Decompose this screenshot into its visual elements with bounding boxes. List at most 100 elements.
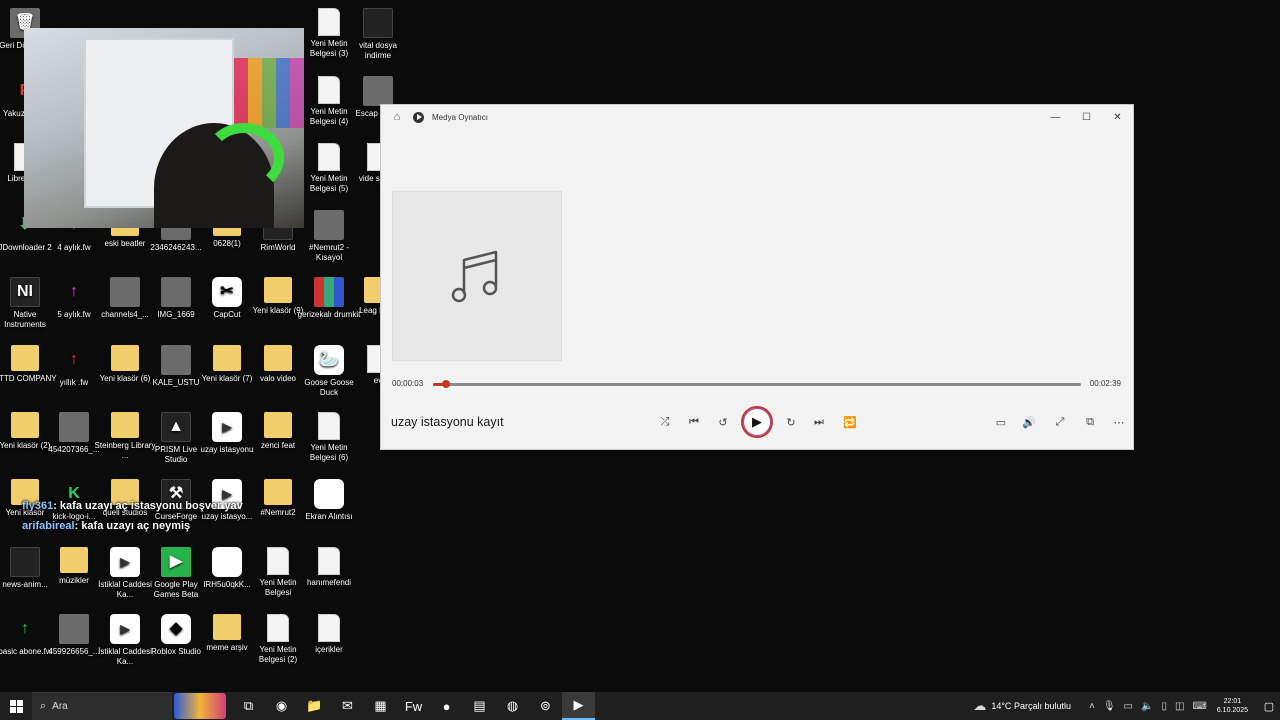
desktop-icon-image <box>264 479 292 505</box>
desktop-icon-image <box>267 614 289 642</box>
desktop-icon-label: hanımefendi <box>306 578 352 587</box>
desktop-icon-image <box>318 143 340 171</box>
taskbar-app-icon[interactable]: ⊚ <box>529 692 562 720</box>
desktop-icon-image: ↑ <box>70 283 78 300</box>
chat-message: arifabireal: kafa uzayı aç neymiş <box>22 520 190 532</box>
volume-icon[interactable]: 🔊 <box>1018 411 1040 433</box>
start-button[interactable] <box>0 699 32 713</box>
desktop-icon-image <box>10 547 40 577</box>
desktop-icon-image <box>318 547 340 575</box>
taskbar-app-icon[interactable]: ◍ <box>496 692 529 720</box>
desktop-icon-image: ↑ <box>70 351 78 368</box>
more-options-icon[interactable]: ⋯ <box>1108 411 1130 433</box>
play-button[interactable]: ▶ <box>741 406 773 438</box>
desktop-icon-label: vital dosya indirme <box>359 41 397 60</box>
desktop-icon-image: ▶ <box>161 547 191 577</box>
desktop-icon-image <box>111 412 139 438</box>
taskbar-app-icon[interactable]: ⧉ <box>232 692 265 720</box>
desktop-icon-image <box>318 614 340 642</box>
media-player-app-icon <box>413 111 424 123</box>
taskbar-app-icon[interactable]: ◉ <box>265 692 298 720</box>
desktop-icon-image <box>314 277 344 307</box>
chat-user: fly361 <box>22 500 54 512</box>
progress-row: 00:00:03 00:02:39 <box>381 375 1133 393</box>
weather-temp: 14°C <box>991 701 1012 711</box>
windows-logo-icon <box>9 699 23 713</box>
taskbar-app-icon[interactable]: ● <box>430 692 463 720</box>
webcam-overlay <box>24 28 304 228</box>
media-player-window: ⌂ Medya Oynatıcı — ☐ ✕ 00:00:03 00:02:39… <box>380 104 1134 450</box>
system-tray: ☁ 14°C Parçalı bulutlu ˄ 🎙 ▭ 🔈 ▯ ◫ ⌨ 22:… <box>973 692 1280 720</box>
home-icon[interactable]: ⌂ <box>381 111 413 123</box>
weather-text: Parçalı bulutlu <box>1013 701 1071 711</box>
repeat-icon[interactable]: 🔁 <box>839 411 861 433</box>
desktop-icon[interactable]: #Nemrut2 - Kısayol <box>297 210 361 263</box>
desktop-icon[interactable]: içerikler <box>297 614 361 655</box>
desktop-icon-image: ▶ <box>110 547 140 577</box>
clock-time: 22:01 <box>1223 698 1242 705</box>
desktop-icon-image: ▲ <box>161 412 191 442</box>
desktop-icon[interactable]: vital dosya indirme <box>346 8 410 61</box>
network-icon[interactable]: ▭ <box>1124 701 1133 712</box>
taskbar-app-icon[interactable]: ▦ <box>364 692 397 720</box>
desktop-icon[interactable]: Ekran Alıntısı <box>297 479 361 522</box>
taskbar-app-icon[interactable]: ▶ <box>562 692 595 720</box>
desktop-icon-image: ◆ <box>161 614 191 644</box>
close-button[interactable]: ✕ <box>1102 112 1133 123</box>
desktop-icon-image <box>11 412 39 438</box>
chevron-up-icon[interactable]: ˄ <box>1089 701 1095 712</box>
miniplayer-icon[interactable]: ⧉ <box>1079 411 1101 433</box>
battery-icon[interactable]: ▯ <box>1161 701 1167 712</box>
taskbar-app-icon[interactable]: ▤ <box>463 692 496 720</box>
current-time: 00:00:03 <box>392 379 424 388</box>
notifications-icon[interactable]: ▢ <box>1258 700 1280 713</box>
captions-icon[interactable]: ▭ <box>990 411 1012 433</box>
clock-date: 6.10.2025 <box>1216 707 1248 714</box>
clock[interactable]: 22:01 6.10.2025 <box>1217 697 1248 715</box>
fullscreen-icon[interactable]: ⤢ <box>1049 411 1071 433</box>
seek-bar[interactable] <box>433 380 1081 388</box>
chat-message: fly361: kafa uzayı aç istasyonu boşver y… <box>22 500 243 512</box>
desktop-icon-image <box>267 547 289 575</box>
desktop-icon-image: ✂ <box>212 277 242 307</box>
desktop-icon-image <box>212 547 242 577</box>
keyboard-icon[interactable]: ⌨ <box>1192 701 1206 712</box>
desktop-icon-image <box>161 277 191 307</box>
taskbar: ⌕ Ara ⧉ ◉ 📁 ✉ ▦ Fw ● ▤ ◍ ⊚ ▶ ☁ 14°C Parçalı bulutl… <box>0 692 1280 720</box>
previous-icon[interactable]: ⏮ <box>683 411 705 433</box>
maximize-button[interactable]: ☐ <box>1071 112 1102 123</box>
taskbar-app-icon[interactable]: 📁 <box>298 692 331 720</box>
chat-text: : kafa uzayı aç istasyonu boşver yav <box>53 500 243 512</box>
weather-widget[interactable]: ☁ 14°C Parçalı bulutlu <box>973 698 1071 714</box>
desktop-icon[interactable]: Yeni Metin Belgesi (6) <box>297 412 361 463</box>
cloud-icon: ☁ <box>973 698 987 713</box>
desktop-icon-image <box>213 345 241 371</box>
language-icon[interactable]: ◫ <box>1175 701 1184 712</box>
desktop-icon[interactable]: hanımefendi <box>297 547 361 588</box>
desktop-icon-image <box>318 76 340 104</box>
desktop-icon-image: 🦢 <box>314 345 344 375</box>
minimize-button[interactable]: — <box>1040 112 1071 123</box>
desktop-icon-label: içerikler <box>315 645 343 654</box>
taskbar-app-icon[interactable]: Fw <box>397 692 430 720</box>
forward-30-icon[interactable]: ↻ <box>780 411 802 433</box>
desktop-icon-image <box>264 345 292 371</box>
next-icon[interactable]: ⏭ <box>808 411 830 433</box>
desktop-icon-image <box>363 76 393 106</box>
taskbar-app-icon[interactable]: ✉ <box>331 692 364 720</box>
search-highlight-image[interactable] <box>174 693 226 719</box>
desktop-icon-image <box>161 345 191 375</box>
pinned-apps: ⧉ ◉ 📁 ✉ ▦ Fw ● ▤ ◍ ⊚ ▶ <box>232 692 595 720</box>
shuffle-icon[interactable]: ⤮ <box>654 411 676 433</box>
desktop-icon-label: #Nemrut2 - Kısayol <box>308 243 349 262</box>
microphone-icon[interactable]: 🎙 <box>1103 701 1116 712</box>
taskbar-search[interactable]: ⌕ Ara <box>32 692 172 720</box>
desktop-icon-image <box>264 412 292 438</box>
desktop-icon-label: Ekran Alıntısı <box>305 512 353 521</box>
title-bar: ⌂ Medya Oynatıcı — ☐ ✕ <box>381 105 1133 129</box>
desktop-icon-image <box>59 412 89 442</box>
total-time: 00:02:39 <box>1089 379 1121 388</box>
speaker-icon[interactable]: 🔈 <box>1141 701 1153 712</box>
rewind-10-icon[interactable]: ↺ <box>712 411 734 433</box>
seek-thumb[interactable] <box>441 380 450 388</box>
